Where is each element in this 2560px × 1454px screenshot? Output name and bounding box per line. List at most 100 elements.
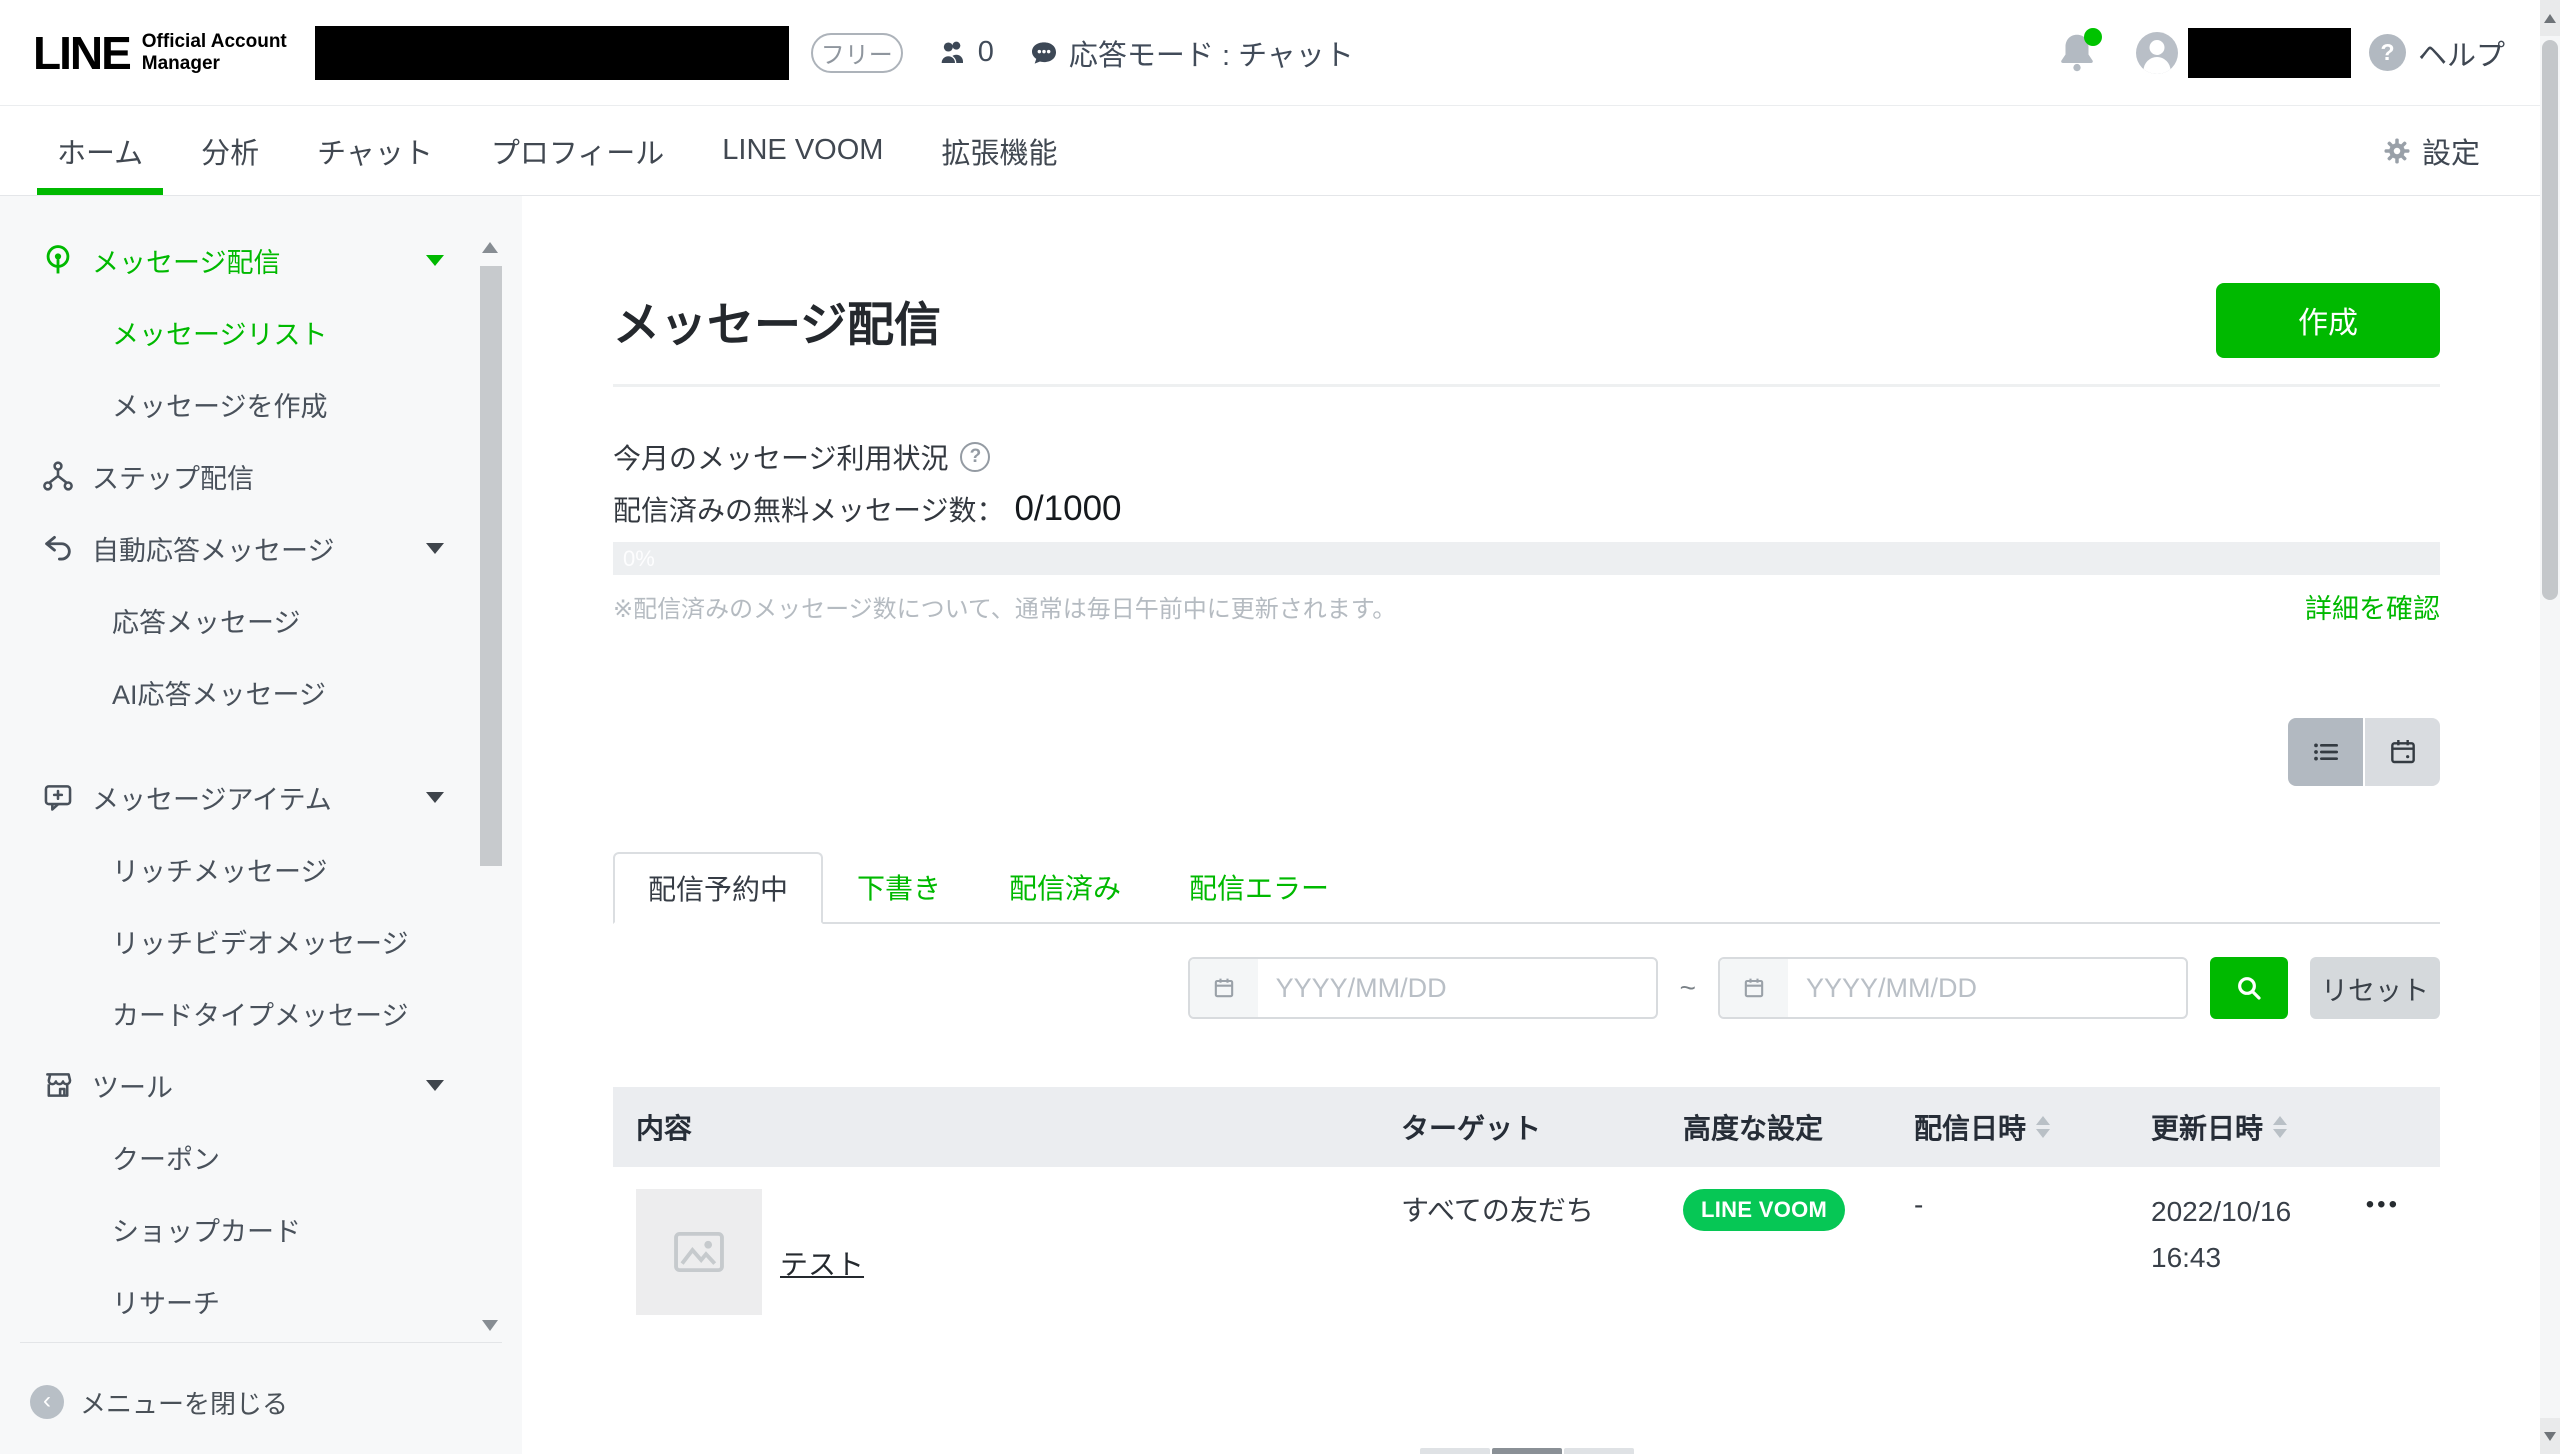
table-header: 内容 ターゲット 高度な設定 配信日時 更新日時 [613,1087,2440,1167]
chat-bubble-icon [1028,37,1060,69]
message-title-link[interactable]: テスト [780,1243,864,1283]
redacted-account-bar [314,25,789,80]
column-header-updated[interactable]: 更新日時 [2128,1107,2440,1147]
tab-scheduled[interactable]: 配信予約中 [613,852,823,924]
settings-label: 設定 [2421,137,2480,170]
date-range-separator: ~ [1679,972,1696,1003]
response-mode[interactable]: 応答モード : チャット [1028,32,1354,74]
calendar-icon [2390,740,2415,764]
nav-tab-analytics[interactable]: 分析 [181,106,279,195]
settings-button[interactable]: 設定 [2382,106,2480,195]
pagination-prev[interactable] [1420,1448,1490,1454]
scrollbar-down-arrow[interactable] [2540,1418,2560,1454]
search-icon [2238,977,2261,1000]
free-messages-label: 配信済みの無料メッセージ数： [613,495,1005,526]
row-delivery-cell: - [1914,1189,1924,1220]
sort-icon[interactable] [2273,1116,2288,1138]
tab-errors[interactable]: 配信エラー [1155,852,1363,922]
sidebar-scroll-up-arrow[interactable] [482,242,498,253]
sidebar-divider [20,1342,502,1343]
pagination-next[interactable] [1564,1448,1634,1454]
sidebar-item-ai-response-message[interactable]: AI応答メッセージ [0,656,522,728]
line-logo[interactable]: LINE Official Account Manager [33,26,287,80]
nav-tab-line-voom[interactable]: LINE VOOM [702,106,903,195]
broadcast-icon [40,242,76,278]
row-advanced-cell: LINE VOOM [1660,1189,1891,1231]
help-icon[interactable]: ? [2368,34,2406,71]
followers-count: 0 [977,36,994,68]
page-scrollbar[interactable] [2540,0,2560,1454]
usage-note: ※配信済みのメッセージ数について、通常は毎日午前中に更新されます。 [613,596,1397,623]
plan-badge: フリー [810,32,903,73]
date-to-input[interactable] [1788,972,2186,1004]
sidebar-item-message-items[interactable]: メッセージアイテム [0,761,522,833]
sidebar-item-card-type-message[interactable]: カードタイプメッセージ [0,977,522,1049]
messages-table: 内容 ターゲット 高度な設定 配信日時 更新日時 テスト すべての友だち LIN… [613,1087,2440,1337]
sort-icon[interactable] [2036,1116,2051,1138]
title-divider [613,384,2440,387]
calendar-view-button[interactable] [2365,718,2440,786]
nav-tab-profile[interactable]: プロフィール [471,106,684,195]
nav-tab-extensions[interactable]: 拡張機能 [921,106,1077,195]
response-mode-label: 応答モード : チャット [1068,39,1354,72]
row-updated-cell: 2022/10/16 16:43 ••• [2128,1189,2440,1281]
pagination[interactable] [1420,1448,1634,1454]
sidebar-item-rich-video-message[interactable]: リッチビデオメッセージ [0,905,522,977]
sidebar-item-shop-card[interactable]: ショップカード [0,1193,522,1265]
sidebar-item-message-broadcast[interactable]: メッセージ配信 [0,224,522,296]
sidebar-item-tools[interactable]: ツール [0,1049,522,1121]
calendar-icon[interactable] [1189,959,1258,1017]
usage-help-icon[interactable]: ? [960,442,991,472]
line-logo-subtitle: Official Account Manager [141,30,287,74]
row-target-cell: すべての友だち [1401,1195,1594,1226]
nav-tab-chat[interactable]: チャット [297,106,453,195]
search-button[interactable] [2210,957,2288,1019]
pagination-current-page[interactable] [1492,1448,1562,1454]
notifications-button[interactable] [2054,27,2102,76]
sidebar-scroll-down-arrow[interactable] [482,1320,498,1331]
calendar-icon[interactable] [1720,959,1788,1017]
followers-counter[interactable]: 0 [937,36,994,69]
tab-sent[interactable]: 配信済み [975,852,1155,922]
date-from-field [1187,957,1658,1019]
column-header-advanced: 高度な設定 [1683,1113,1824,1144]
line-logo-text: LINE [33,26,132,79]
main-content: メッセージ配信 作成 今月のメッセージ利用状況 ? 配信済みの無料メッセージ数：… [522,196,2560,1454]
help-label[interactable]: ヘルプ [2418,32,2505,74]
more-options-icon[interactable]: ••• [2366,1191,2400,1281]
date-from-input[interactable] [1257,972,1656,1004]
sidebar-item-response-message[interactable]: 応答メッセージ [0,584,522,656]
list-icon [2313,743,2338,761]
step-flow-icon [40,458,76,494]
scrollbar-up-arrow[interactable] [2540,0,2560,36]
sidebar-scrollbar-thumb[interactable] [480,266,502,866]
followers-icon [937,37,969,69]
sidebar-item-auto-response[interactable]: 自動応答メッセージ [0,512,522,584]
tab-drafts[interactable]: 下書き [823,852,975,922]
chevron-down-icon [426,542,444,554]
sidebar-item-coupon[interactable]: クーポン [0,1121,522,1193]
sidebar-item-research[interactable]: リサーチ [0,1265,522,1337]
usage-progress-bar: 0% [613,542,2440,575]
list-view-button[interactable] [2288,718,2363,786]
image-placeholder-icon [674,1231,724,1273]
create-button[interactable]: 作成 [2216,282,2440,358]
column-header-target: ターゲット [1401,1113,1542,1144]
reset-button[interactable]: リセット [2310,957,2440,1019]
scrollbar-thumb[interactable] [2542,40,2558,600]
page-title: メッセージ配信 [613,297,942,351]
sidebar-item-step-broadcast[interactable]: ステップ配信 [0,440,522,512]
message-plus-icon [40,779,76,815]
nav-tab-home[interactable]: ホーム [37,106,164,195]
column-header-content: 内容 [636,1113,693,1144]
column-header-delivery[interactable]: 配信日時 [1891,1107,2128,1147]
date-to-field [1718,957,2188,1019]
notification-dot [2083,27,2102,46]
main-nav: ホーム 分析 チャット プロフィール LINE VOOM 拡張機能 設定 [0,106,2560,196]
details-link[interactable]: 詳細を確認 [2305,587,2440,626]
sidebar-item-message-list[interactable]: メッセージリスト [0,296,522,368]
sidebar-item-rich-message[interactable]: リッチメッセージ [0,833,522,905]
close-menu-button[interactable]: ‹ メニューを閉じる [30,1372,288,1432]
sidebar-item-create-message[interactable]: メッセージを作成 [0,368,522,440]
account-avatar[interactable] [2135,31,2178,74]
